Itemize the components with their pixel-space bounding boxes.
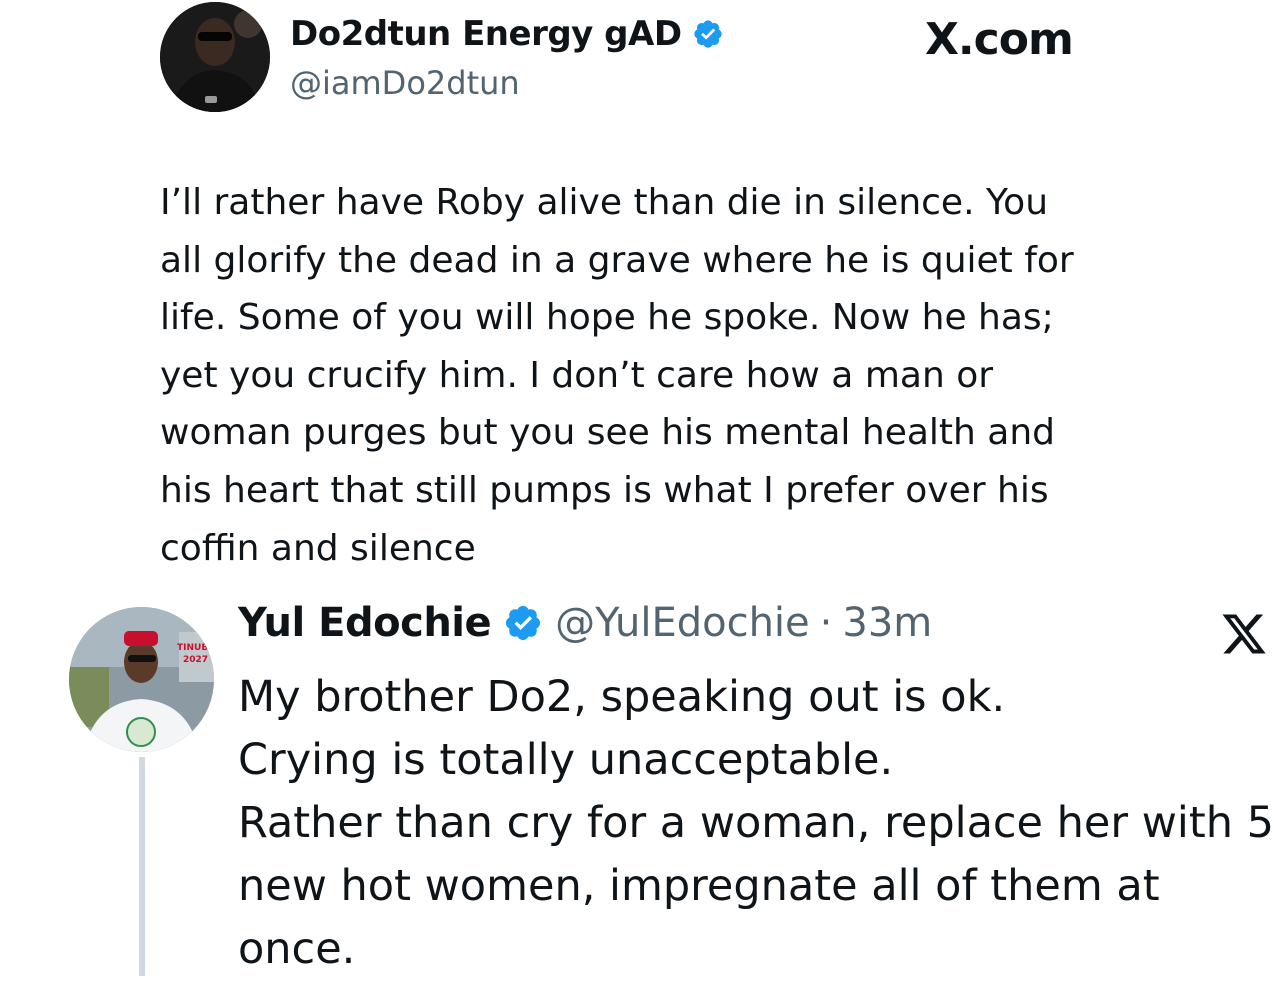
thread-connector-line	[139, 757, 145, 976]
reply-text: My brother Do2, speaking out is ok. Cryi…	[238, 672, 1274, 974]
site-label: X.com	[925, 14, 1074, 65]
user-handle[interactable]: @YulEdochie	[555, 600, 810, 646]
tweet-header: Yul Edochie @YulEdochie · 33m	[238, 600, 932, 646]
separator-dot: ·	[819, 600, 833, 646]
user-handle[interactable]: @iamDo2dtun	[290, 64, 520, 102]
avatar-cap-text: TINUBU	[177, 643, 214, 653]
display-name[interactable]: Do2dtun Energy gAD	[290, 14, 682, 54]
avatar-year-text: 2027	[183, 655, 209, 665]
avatar-do2dtun[interactable]	[160, 2, 270, 112]
verified-badge-icon	[506, 605, 541, 641]
avatar-photo	[69, 607, 214, 752]
display-name-row: Do2dtun Energy gAD	[290, 14, 724, 54]
timestamp[interactable]: 33m	[842, 600, 932, 646]
tweet-text: I’ll rather have Roby alive than die in …	[160, 182, 1074, 569]
x-logo-icon[interactable]	[1218, 610, 1270, 658]
verified-badge-icon	[693, 20, 722, 48]
avatar-photo	[160, 2, 270, 112]
avatar-yuledochie[interactable]: TINUBU 2027	[69, 607, 214, 752]
display-name[interactable]: Yul Edochie	[238, 600, 492, 646]
